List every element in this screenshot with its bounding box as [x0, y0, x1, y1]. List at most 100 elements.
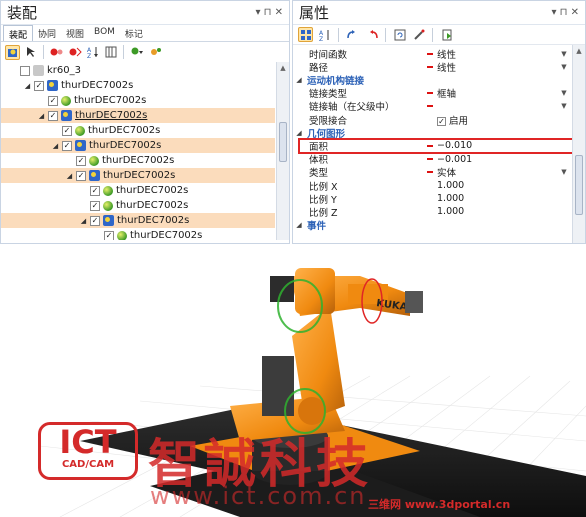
- dropdown-arrow-icon[interactable]: ▼: [557, 102, 571, 110]
- visibility-checkbox[interactable]: ✓: [62, 140, 72, 151]
- collapse-arrow-icon[interactable]: ◢: [293, 76, 305, 84]
- expand-arrow-icon[interactable]: ◢: [51, 142, 60, 150]
- dropdown-arrow-icon[interactable]: ▼: [557, 89, 571, 97]
- property-value[interactable]: −0.001: [437, 154, 557, 165]
- pointer-tool-button[interactable]: [23, 45, 38, 60]
- enabled-checkbox[interactable]: ✓: [437, 116, 446, 126]
- tree-row[interactable]: ◢ ✓ thurDEC7002s: [1, 168, 275, 183]
- dropdown-arrow-icon[interactable]: ▼: [557, 63, 571, 71]
- property-row[interactable]: 受限接合 ✓ 启用: [293, 113, 571, 127]
- tree-row[interactable]: ✓ thurDEC7002s: [1, 153, 275, 168]
- options-button[interactable]: [147, 45, 162, 60]
- property-row[interactable]: 面积 −0.010: [293, 139, 571, 153]
- visibility-checkbox[interactable]: ✓: [90, 200, 100, 211]
- select-tool-button[interactable]: [5, 44, 20, 60]
- grid-scrollbar[interactable]: ▲: [572, 45, 585, 243]
- filter-icon: [131, 47, 143, 55]
- dropdown-arrow-icon[interactable]: ▼: [557, 50, 571, 58]
- expand-arrow-icon[interactable]: ◢: [79, 217, 88, 225]
- visibility-checkbox[interactable]: ✓: [76, 170, 86, 181]
- visibility-checkbox[interactable]: ✓: [62, 125, 72, 136]
- list-view-button[interactable]: [103, 45, 118, 60]
- property-value[interactable]: −0.010: [437, 140, 557, 151]
- tab-bom[interactable]: BOM: [89, 25, 120, 41]
- scroll-up-arrow-icon[interactable]: ▲: [573, 45, 585, 57]
- tab-assembly[interactable]: 装配: [3, 25, 34, 41]
- visibility-checkbox[interactable]: ✓: [48, 95, 58, 106]
- property-row[interactable]: 比例 Y 1.000: [293, 192, 571, 206]
- detach-button[interactable]: [67, 45, 82, 60]
- visibility-checkbox[interactable]: ✓: [76, 155, 86, 166]
- alphabetical-button[interactable]: AZ: [317, 27, 332, 42]
- expand-arrow-icon[interactable]: ◢: [23, 82, 32, 90]
- tree-row[interactable]: ✓ thurDEC7002s: [1, 123, 275, 138]
- property-row[interactable]: 类型 实体 ▼: [293, 166, 571, 179]
- property-value[interactable]: 1.000: [437, 180, 557, 191]
- expand-arrow-icon[interactable]: ◢: [37, 112, 46, 120]
- tree-row[interactable]: ✓ thurDEC7002s: [1, 183, 275, 198]
- filter-button[interactable]: [129, 45, 144, 60]
- tree-scrollbar[interactable]: ▲: [276, 62, 289, 240]
- visibility-checkbox[interactable]: ✓: [90, 185, 100, 196]
- dropdown-arrow-icon[interactable]: ▼: [557, 168, 571, 176]
- scroll-up-arrow-icon[interactable]: ▲: [277, 62, 289, 74]
- property-grid[interactable]: ▲ 时间函数 线性 ▼ 路径 线性 ▼ ◢ 运动机构链接 链接类型 框轴 ▼ 链接轴（在父级中） ▼ 受限…: [293, 45, 585, 243]
- property-value[interactable]: 1.000: [437, 206, 557, 217]
- tree-row[interactable]: kr60_3: [1, 63, 275, 78]
- property-category[interactable]: ◢ 事件: [293, 219, 571, 232]
- link-button[interactable]: [345, 27, 360, 42]
- tree-row[interactable]: ✓ thurDEC7002s: [1, 93, 275, 108]
- assembly-tree[interactable]: ▲ kr60_3 ◢ ✓ thurDEC7002s ✓ thurDEC7002s ◢ ✓ thu…: [1, 62, 289, 240]
- property-value-text: −0.010: [437, 140, 473, 152]
- watermark-url: www.ict.com.cn: [150, 482, 367, 510]
- collapse-arrow-icon[interactable]: ◢: [293, 129, 305, 137]
- scroll-thumb[interactable]: [575, 155, 583, 215]
- property-row[interactable]: 链接类型 框轴 ▼: [293, 87, 571, 100]
- export-button[interactable]: [439, 27, 454, 42]
- assembly-icon: [47, 80, 58, 91]
- tab-markup[interactable]: 标记: [120, 25, 148, 41]
- attach-button[interactable]: [49, 45, 64, 60]
- assembly-panel-controls[interactable]: ▾ ⊓ ✕: [255, 7, 283, 18]
- tree-row[interactable]: ◢ ✓ thurDEC7002s: [1, 108, 275, 123]
- property-value[interactable]: ✓ 启用: [437, 113, 557, 127]
- ict-logo-text: ICT: [59, 423, 117, 461]
- visibility-checkbox[interactable]: ✓: [34, 80, 44, 91]
- property-row[interactable]: 路径 线性 ▼: [293, 60, 571, 74]
- property-row[interactable]: 体积 −0.001: [293, 153, 571, 167]
- tree-row[interactable]: ✓ thurDEC7002s: [1, 198, 275, 213]
- refresh-button[interactable]: [392, 27, 407, 42]
- properties-panel-controls[interactable]: ▾ ⊓ ✕: [551, 7, 579, 18]
- tree-row[interactable]: ✓ thurDEC7002s: [1, 228, 275, 240]
- collapse-arrow-icon[interactable]: ◢: [293, 221, 305, 229]
- property-row[interactable]: 比例 Z 1.000: [293, 205, 571, 219]
- property-value[interactable]: 框轴: [437, 86, 557, 100]
- tree-row[interactable]: ◢ ✓ thurDEC7002s: [1, 138, 275, 153]
- pick-button[interactable]: [411, 27, 426, 42]
- property-category[interactable]: ◢ 几何图形: [293, 126, 571, 140]
- visibility-checkbox[interactable]: ✓: [104, 230, 114, 240]
- visibility-checkbox[interactable]: ✓: [90, 215, 100, 226]
- property-value[interactable]: 实体: [437, 165, 557, 179]
- property-category[interactable]: ◢ 运动机构链接: [293, 73, 571, 87]
- tree-row[interactable]: ◢ ✓ thurDEC7002s: [1, 213, 275, 228]
- sort-az-button[interactable]: AZ: [85, 45, 100, 60]
- property-row[interactable]: 比例 X 1.000: [293, 179, 571, 193]
- tree-row[interactable]: ◢ ✓ thurDEC7002s: [1, 78, 275, 93]
- tab-collaboration[interactable]: 协同: [33, 25, 61, 41]
- 3d-viewport[interactable]: KUKA ICT CAD/CAM 智誠科技 www.ict.com.cn 三维网…: [0, 246, 586, 517]
- property-row[interactable]: 时间函数 线性 ▼: [293, 47, 571, 61]
- tab-view[interactable]: 视图: [61, 25, 89, 41]
- expand-arrow-icon[interactable]: ◢: [65, 172, 74, 180]
- property-value[interactable]: 线性: [437, 47, 557, 61]
- property-value[interactable]: 线性: [437, 60, 557, 74]
- scroll-thumb[interactable]: [279, 122, 287, 162]
- property-row[interactable]: 链接轴（在父级中） ▼: [293, 100, 571, 113]
- visibility-checkbox[interactable]: ✓: [48, 110, 58, 121]
- tree-item-label: kr60_3: [47, 65, 81, 76]
- unlink-button[interactable]: [364, 27, 379, 42]
- categorized-button[interactable]: [298, 27, 313, 42]
- visibility-checkbox[interactable]: [20, 65, 30, 76]
- properties-toolbar: AZ: [293, 25, 585, 45]
- property-value[interactable]: 1.000: [437, 193, 557, 204]
